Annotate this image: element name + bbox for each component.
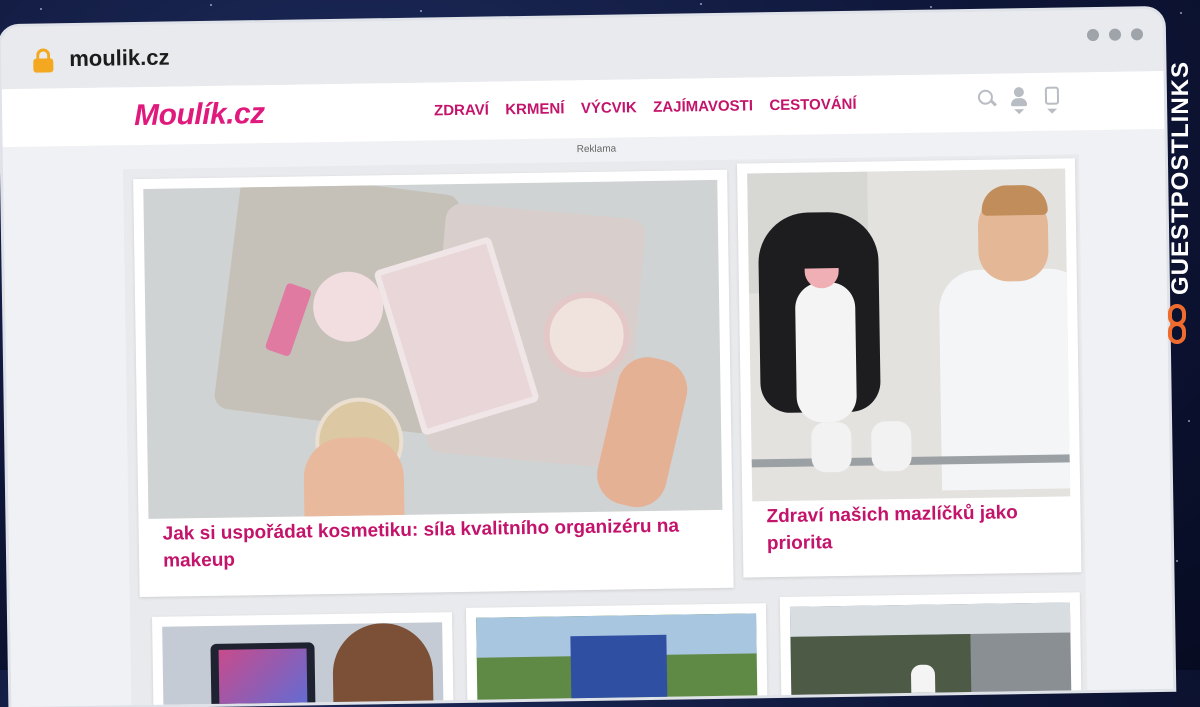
article-title[interactable]: Jak si uspořádat kosmetiku: síla kvalitn… [163,512,714,575]
nav-item-krmeni[interactable]: KRMENÍ [505,100,564,118]
browser-window: moulik.cz Moulík.cz ZDRAVÍ KRMENÍ VÝCVIK… [0,8,1174,707]
window-controls [1077,27,1144,46]
article-card[interactable]: Zdraví našich mazlíčků jako priorita [736,158,1082,578]
article-title[interactable]: Zdraví našich mazlíčků jako priorita [766,499,1061,558]
article-grid: Jak si uspořádat kosmetiku: síla kvalitn… [122,154,1088,707]
chevron-down-icon [1014,109,1025,115]
lock-icon [33,48,54,73]
window-dot-icon[interactable] [1086,28,1100,42]
article-card[interactable]: Jak si uspořádat kosmetiku: síla kvalitn… [133,169,734,598]
article-image-hiker[interactable] [789,602,1072,707]
article-image-horses[interactable] [476,613,758,707]
search-icon[interactable] [978,88,996,114]
ad-label: Reklama [576,143,617,156]
nav-item-cestovani[interactable]: CESTOVÁNÍ [769,96,857,114]
window-dot-icon[interactable] [1108,28,1122,41]
chevron-down-icon [1047,108,1058,114]
brand-text: GUESTPOSTLINKS [1167,60,1194,296]
article-card[interactable] [779,592,1082,707]
url-text[interactable]: moulik.cz [69,45,170,73]
article-image-vet[interactable] [747,168,1071,502]
article-card[interactable] [152,612,454,707]
window-dot-icon[interactable] [1130,28,1144,41]
article-image-makeup[interactable] [143,179,723,519]
main-nav: ZDRAVÍ KRMENÍ VÝCVIK ZAJÍMAVOSTI CESTOVÁ… [434,96,869,121]
nav-item-zajimavosti[interactable]: ZAJÍMAVOSTI [653,97,753,116]
nav-item-zdravi[interactable]: ZDRAVÍ [434,102,489,120]
article-card[interactable] [465,603,768,707]
guestpostlinks-brand: GUESTPOSTLINKS [1162,54,1196,354]
menu-icon[interactable] [1043,87,1061,114]
header-icons [978,86,1071,118]
link-icon [1166,304,1190,348]
user-icon[interactable] [1010,87,1028,115]
nav-item-vycvik[interactable]: VÝCVIK [581,99,637,117]
site-logo[interactable]: Moulík.cz [134,97,265,133]
article-image-laptop[interactable] [162,622,444,707]
